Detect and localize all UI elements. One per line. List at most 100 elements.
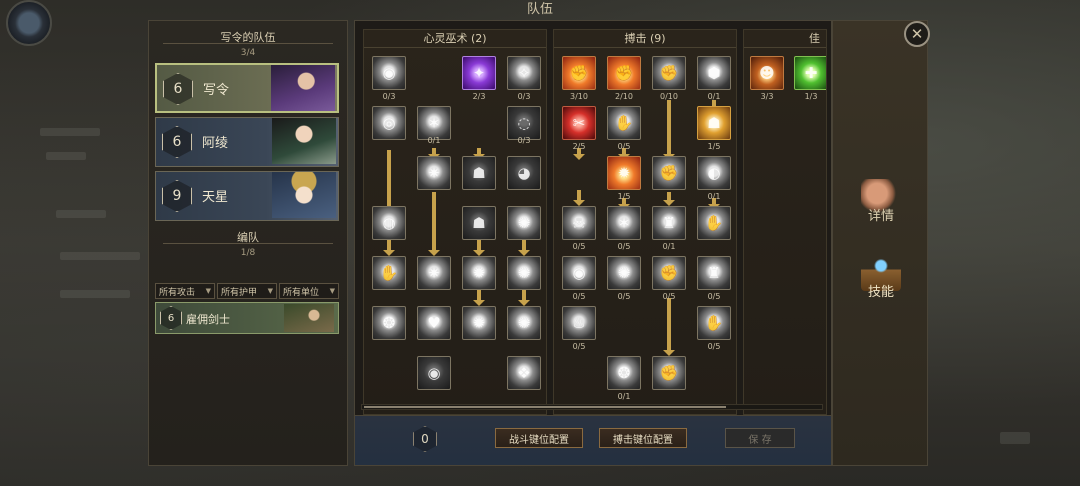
skill-level: 0/5 — [617, 242, 631, 251]
background-blur — [60, 252, 140, 260]
skill-mind-4[interactable]: ◎ — [372, 106, 406, 140]
dodge-icon: ◐ — [707, 164, 721, 182]
chevron-down-icon: ▼ — [205, 287, 211, 295]
skill-melee-8[interactable]: ✹ — [607, 156, 641, 190]
skill-level: 0/10 — [660, 92, 678, 101]
skill-mind-11[interactable]: ☗ — [462, 206, 496, 240]
tree-arrow — [383, 150, 395, 212]
chevron-down-icon: ▼ — [267, 287, 273, 295]
skill-mind-9[interactable]: ◕ — [507, 156, 541, 190]
skill-melee-6[interactable]: ✋ — [607, 106, 641, 140]
skill-melee-12[interactable]: ✶ — [607, 206, 641, 240]
beast-icon: ☻ — [759, 64, 775, 82]
skill-mind-8[interactable]: ☗ — [462, 156, 496, 190]
skill-melee-19[interactable]: ♨ — [562, 306, 596, 340]
party-member-1[interactable]: 6 写令 — [155, 63, 339, 113]
fist-icon: ✊ — [659, 364, 679, 382]
skill-mind-18[interactable]: ♥ — [417, 306, 451, 340]
skill-points: 0 — [413, 426, 437, 452]
skill-melee-14[interactable]: ✋ — [697, 206, 731, 240]
skill-mind-12[interactable]: ✺ — [507, 206, 541, 240]
skill-melee-2[interactable]: ✊ — [607, 56, 641, 90]
tab-details[interactable]: 详情 — [845, 179, 917, 224]
tree-arrow — [663, 100, 675, 160]
formation-unit[interactable]: 6 雇佣剑士 — [155, 302, 339, 334]
fist-icon: ✊ — [569, 64, 589, 82]
skill-third-2[interactable]: ✚ — [794, 56, 826, 90]
skill-level: 0/5 — [617, 292, 631, 301]
skill-mind-15[interactable]: ✹ — [462, 256, 496, 290]
body-icon: ♜ — [707, 264, 721, 282]
skill-melee-20[interactable]: ✋ — [697, 306, 731, 340]
skill-mind-21[interactable]: ◉ — [417, 356, 451, 390]
skill-mind-14[interactable]: ✷ — [417, 256, 451, 290]
unit-portrait — [284, 304, 334, 332]
hand-icon: ✋ — [704, 314, 724, 332]
skill-melee-10[interactable]: ◐ — [697, 156, 731, 190]
skill-level: 1/3 — [804, 92, 818, 101]
combat-keys-button[interactable]: 战斗键位配置 — [495, 428, 583, 448]
party-member-3[interactable]: 9 天星 — [155, 171, 339, 221]
skill-mind-13[interactable]: ✋ — [372, 256, 406, 290]
skill-melee-17[interactable]: ✊ — [652, 256, 686, 290]
horizontal-scrollbar[interactable] — [361, 404, 823, 410]
skill-level: 0/5 — [572, 342, 586, 351]
skill-melee-4[interactable]: ⬢ — [697, 56, 731, 90]
skill-mind-20[interactable]: ✺ — [507, 306, 541, 340]
filter-armor[interactable]: 所有护甲 ▼ — [217, 283, 277, 299]
skill-mind-5[interactable]: ✶ — [417, 106, 451, 140]
background-blur — [1000, 432, 1030, 444]
skill-mind-17[interactable]: ❂ — [372, 306, 406, 340]
skill-melee-21[interactable]: ❂ — [607, 356, 641, 390]
explosion-icon: ✺ — [517, 264, 531, 282]
skill-melee-3[interactable]: ✊ — [652, 56, 686, 90]
filter-unit[interactable]: 所有单位 ▼ — [279, 283, 339, 299]
orb-icon: ✹ — [472, 314, 486, 332]
skill-level: 0/1 — [617, 392, 631, 401]
filter-label: 所有护甲 — [221, 287, 258, 298]
skill-mind-22[interactable]: ❖ — [507, 356, 541, 390]
skill-melee-7[interactable]: ☗ — [697, 106, 731, 140]
skill-mind-7[interactable]: ✷ — [417, 156, 451, 190]
tree-arrow — [663, 298, 675, 356]
filter-attack[interactable]: 所有攻击 ▼ — [155, 283, 215, 299]
skill-melee-5[interactable]: ✂ — [562, 106, 596, 140]
skill-melee-22[interactable]: ✊ — [652, 356, 686, 390]
skill-mind-10[interactable]: ◍ — [372, 206, 406, 240]
skill-melee-18[interactable]: ♜ — [697, 256, 731, 290]
skill-mind-3[interactable]: ✧ — [507, 56, 541, 90]
skill-mind-1[interactable]: ◉ — [372, 56, 406, 90]
party-member-2[interactable]: 6 阿绫 — [155, 117, 339, 167]
tree-arrow — [518, 290, 530, 306]
save-button[interactable]: 保 存 — [725, 428, 795, 448]
skill-melee-15[interactable]: ◉ — [562, 256, 596, 290]
close-icon[interactable]: ✕ — [904, 21, 930, 47]
eye-icon: ◉ — [572, 264, 586, 282]
skill-bottom-bar: 0 战斗键位配置 搏击键位配置 保 存 — [355, 415, 831, 465]
skill-mind-16[interactable]: ✺ — [507, 256, 541, 290]
skill-melee-13[interactable]: ♜ — [652, 206, 686, 240]
scrollbar-thumb[interactable] — [364, 406, 726, 408]
background-blur — [40, 128, 100, 136]
shield-icon: ⬢ — [707, 64, 721, 82]
skill-mind-2[interactable]: ✦ — [462, 56, 496, 90]
fist-icon: ✊ — [659, 164, 679, 182]
melee-keys-button[interactable]: 搏击键位配置 — [599, 428, 687, 448]
skill-melee-11[interactable]: ☠ — [562, 206, 596, 240]
star-icon: ✷ — [427, 264, 441, 282]
ghost-icon: ◕ — [517, 164, 531, 182]
tab-skills[interactable]: 技能 — [845, 255, 917, 300]
skill-level: 2/3 — [472, 92, 486, 101]
skill-melee-16[interactable]: ✺ — [607, 256, 641, 290]
mind-icon: ◍ — [382, 214, 396, 232]
divider — [163, 243, 333, 244]
skill-mind-19[interactable]: ✹ — [462, 306, 496, 340]
skill-melee-1[interactable]: ✊ — [562, 56, 596, 90]
tree-title: 心灵巫术 (2) — [364, 30, 546, 48]
eye-icon: ◉ — [427, 364, 441, 382]
swirl-icon: ◎ — [382, 114, 396, 132]
skill-mind-6[interactable]: ◌ — [507, 106, 541, 140]
skull-icon: ☠ — [572, 214, 586, 232]
skill-third-1[interactable]: ☻ — [750, 56, 784, 90]
skill-melee-9[interactable]: ✊ — [652, 156, 686, 190]
